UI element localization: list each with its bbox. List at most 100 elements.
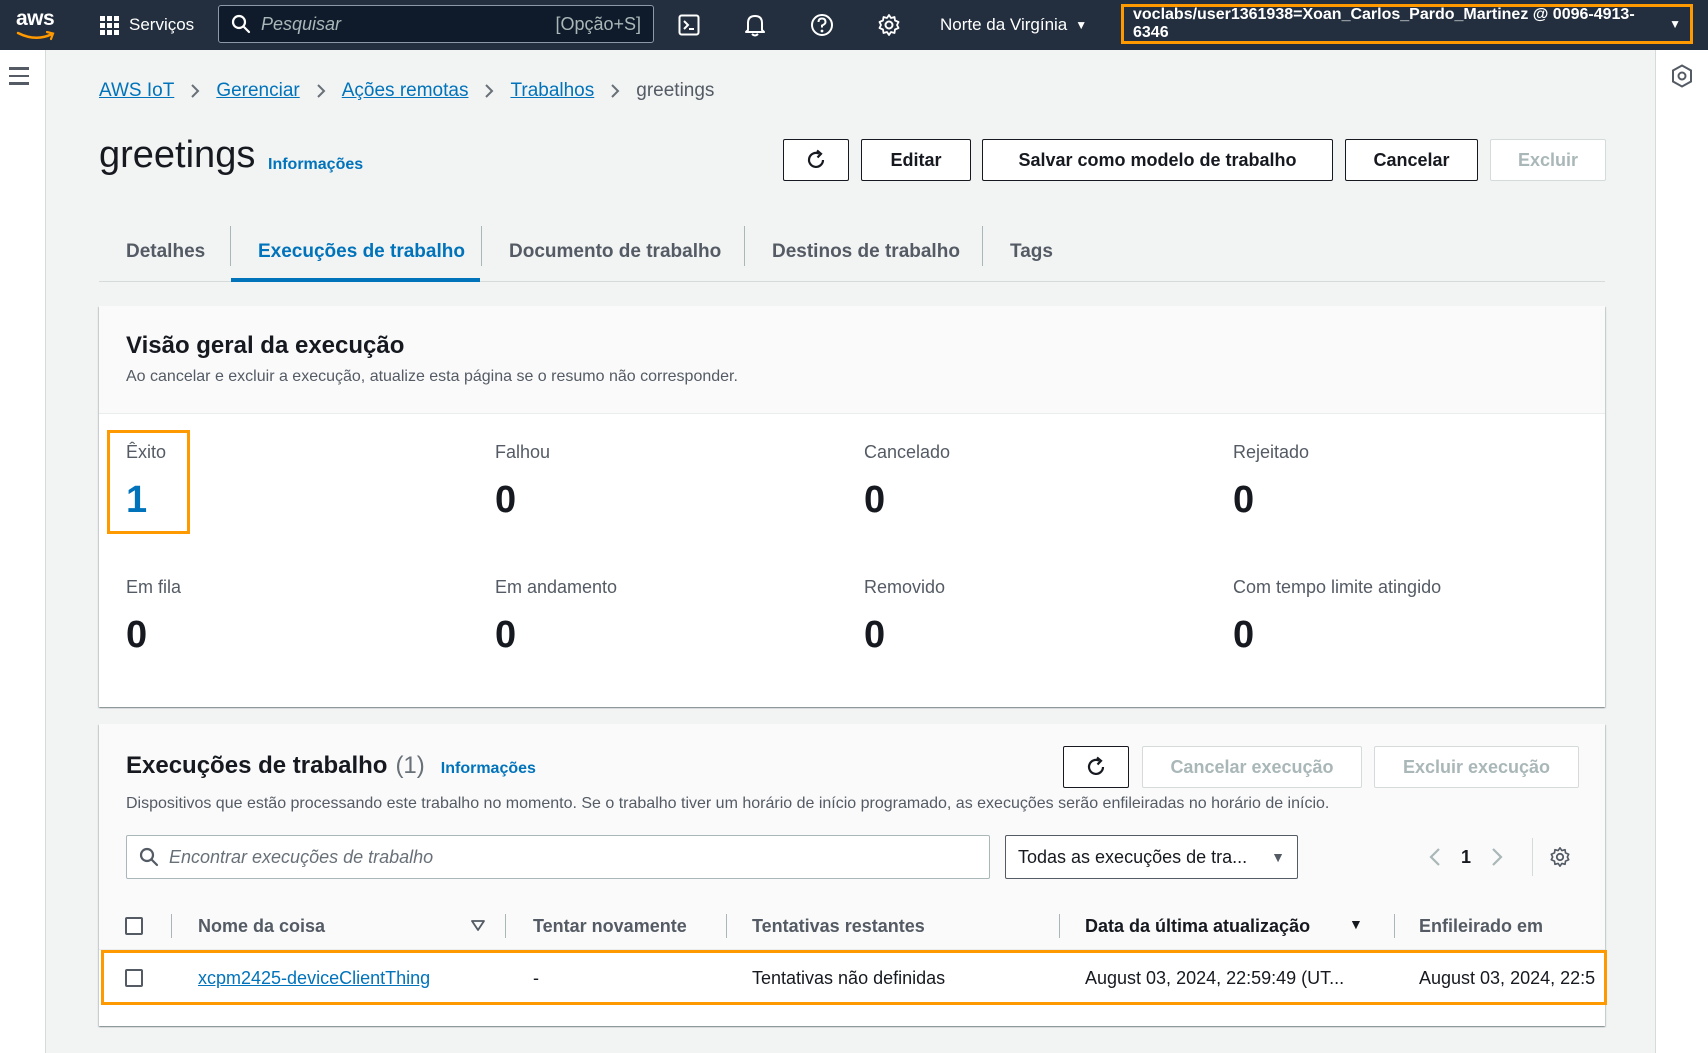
stat-label: Cancelado xyxy=(864,442,951,462)
stat-value: 0 xyxy=(126,614,148,656)
stat-tempo-limite: Com tempo limite atingido 0 xyxy=(1233,577,1573,657)
stat-label: Em andamento xyxy=(495,577,618,597)
executions-filter-select[interactable]: Todas as execuções de tra... ▼ xyxy=(1005,835,1298,879)
breadcrumb-acoes-remotas[interactable]: Ações remotas xyxy=(342,80,469,102)
stat-value: 0 xyxy=(1233,479,1255,521)
tab-bar: Detalhes Execuções de trabalho Documento… xyxy=(99,222,1605,282)
breadcrumb-current: greetings xyxy=(636,80,715,101)
tab-tags[interactable]: Tags xyxy=(1010,222,1053,282)
sort-descending-icon[interactable]: ▼ xyxy=(1349,916,1363,932)
active-tab-indicator xyxy=(231,278,480,282)
stat-removido: Removido 0 xyxy=(864,577,1204,657)
executions-header: Execuções de trabalho (1) Informações Di… xyxy=(99,724,1605,902)
grid-icon xyxy=(100,15,119,35)
search-icon xyxy=(139,847,159,867)
tab-documento[interactable]: Documento de trabalho xyxy=(509,222,721,282)
executions-search[interactable] xyxy=(126,835,990,879)
col-enfileirado-em[interactable]: Enfileirado em xyxy=(1419,902,1543,950)
table-header: Nome da coisa Tentar novamente Tentativa… xyxy=(99,902,1605,950)
cloudshell-icon[interactable] xyxy=(669,0,709,50)
col-data-ultima-atualizacao[interactable]: Data da última atualização xyxy=(1085,902,1310,950)
bell-icon[interactable] xyxy=(735,0,775,50)
stat-label: Em fila xyxy=(126,577,182,597)
caret-down-icon: ▼ xyxy=(1075,18,1088,32)
stat-em-andamento: Em andamento 0 xyxy=(495,577,835,657)
breadcrumb-aws-iot[interactable]: AWS IoT xyxy=(99,80,174,102)
search-icon xyxy=(231,14,251,34)
refresh-button[interactable] xyxy=(783,139,849,181)
save-template-button[interactable]: Salvar como modelo de trabalho xyxy=(982,139,1333,181)
refresh-icon xyxy=(1087,756,1105,776)
cancel-button[interactable]: Cancelar xyxy=(1345,139,1478,181)
delete-button[interactable]: Excluir xyxy=(1490,139,1606,181)
breadcrumb-gerenciar[interactable]: Gerenciar xyxy=(216,80,299,102)
tab-detalhes[interactable]: Detalhes xyxy=(126,222,205,282)
refresh-executions-button[interactable] xyxy=(1063,746,1129,788)
tab-destinos[interactable]: Destinos de trabalho xyxy=(772,222,960,282)
pagination: 1 xyxy=(1429,835,1503,879)
aws-logo[interactable]: aws xyxy=(14,5,64,45)
select-all-checkbox[interactable] xyxy=(125,902,143,950)
executions-description: Dispositivos que estão processando este … xyxy=(126,795,1330,812)
stat-label: Removido xyxy=(864,577,946,597)
account-menu[interactable]: voclabs/user1361938=Xoan_Carlos_Pardo_Ma… xyxy=(1121,4,1693,44)
job-executions-card: Execuções de trabalho (1) Informações Di… xyxy=(99,724,1607,1026)
overview-description: Ao cancelar e excluir a execução, atuali… xyxy=(126,368,738,385)
info-link[interactable]: Informações xyxy=(441,760,536,778)
overview-header: Visão geral da execução Ao cancelar e ex… xyxy=(99,306,1605,414)
chevron-right-icon xyxy=(190,83,200,99)
chevron-left-icon[interactable] xyxy=(1429,847,1441,867)
help-icon[interactable] xyxy=(802,0,842,50)
region-label: Norte da Virgínia xyxy=(940,15,1068,34)
stat-label: Falhou xyxy=(495,442,551,462)
top-navigation: aws Serviços [Opção+S] Norte da Virgínia… xyxy=(0,0,1708,50)
services-menu[interactable]: Serviços xyxy=(100,0,194,50)
info-link[interactable]: Informações xyxy=(268,156,363,174)
chevron-right-icon[interactable] xyxy=(1491,847,1503,867)
help-panel-icon[interactable] xyxy=(1671,64,1693,88)
executions-title: Execuções de trabalho xyxy=(126,752,388,779)
success-highlight-box xyxy=(107,430,190,534)
cancel-execution-button[interactable]: Cancelar execução xyxy=(1142,746,1362,788)
left-rail xyxy=(0,50,46,1053)
delete-execution-button[interactable]: Excluir execução xyxy=(1374,746,1579,788)
cell-last-update: August 03, 2024, 22:59:49 (UT... xyxy=(1085,967,1345,988)
aws-smile-icon xyxy=(16,31,55,41)
region-selector[interactable]: Norte da Virgínia ▼ xyxy=(940,0,1087,50)
gear-icon[interactable] xyxy=(869,0,909,50)
chevron-right-icon xyxy=(484,83,494,99)
page-number[interactable]: 1 xyxy=(1461,847,1471,868)
overview-title: Visão geral da execução xyxy=(126,332,405,359)
col-tentar-novamente[interactable]: Tentar novamente xyxy=(533,902,687,950)
breadcrumb-trabalhos[interactable]: Trabalhos xyxy=(510,80,594,102)
table-row: xcpm2425-deviceClientThing - Tentativas … xyxy=(99,950,1605,1006)
settings-icon[interactable] xyxy=(1549,846,1571,868)
row-checkbox[interactable] xyxy=(125,950,143,1006)
tab-execucoes[interactable]: Execuções de trabalho xyxy=(258,222,465,282)
stat-em-fila: Em fila 0 xyxy=(126,577,466,657)
chevron-right-icon xyxy=(316,83,326,99)
edit-button[interactable]: Editar xyxy=(861,139,971,181)
filter-value: Todas as execuções de tra... xyxy=(1018,846,1248,867)
stat-falhou: Falhou 0 xyxy=(495,442,835,522)
col-tentativas-restantes[interactable]: Tentativas restantes xyxy=(752,902,925,950)
stat-label: Com tempo limite atingido xyxy=(1233,577,1442,597)
stat-label: Rejeitado xyxy=(1233,442,1310,462)
stat-value: 0 xyxy=(864,479,886,521)
execution-overview-card: Visão geral da execução Ao cancelar e ex… xyxy=(99,306,1605,707)
account-label: voclabs/user1361938=Xoan_Carlos_Pardo_Ma… xyxy=(1133,6,1635,41)
sort-icon[interactable] xyxy=(471,920,485,932)
thing-link[interactable]: xcpm2425-deviceClientThing xyxy=(198,968,430,989)
cell-retry: - xyxy=(533,967,539,988)
cell-attempts: Tentativas não definidas xyxy=(752,967,946,988)
menu-icon[interactable] xyxy=(9,67,29,90)
global-search[interactable]: [Opção+S] xyxy=(218,5,654,43)
executions-search-input[interactable] xyxy=(169,846,989,868)
search-shortcut-hint: [Opção+S] xyxy=(555,13,641,34)
stat-cancelado: Cancelado 0 xyxy=(864,442,1204,522)
cell-queued: August 03, 2024, 22:5 xyxy=(1419,967,1596,988)
col-nome-da-coisa[interactable]: Nome da coisa xyxy=(198,902,325,950)
global-search-input[interactable] xyxy=(261,13,556,35)
chevron-right-icon xyxy=(610,83,620,99)
caret-down-icon: ▼ xyxy=(1669,17,1681,31)
